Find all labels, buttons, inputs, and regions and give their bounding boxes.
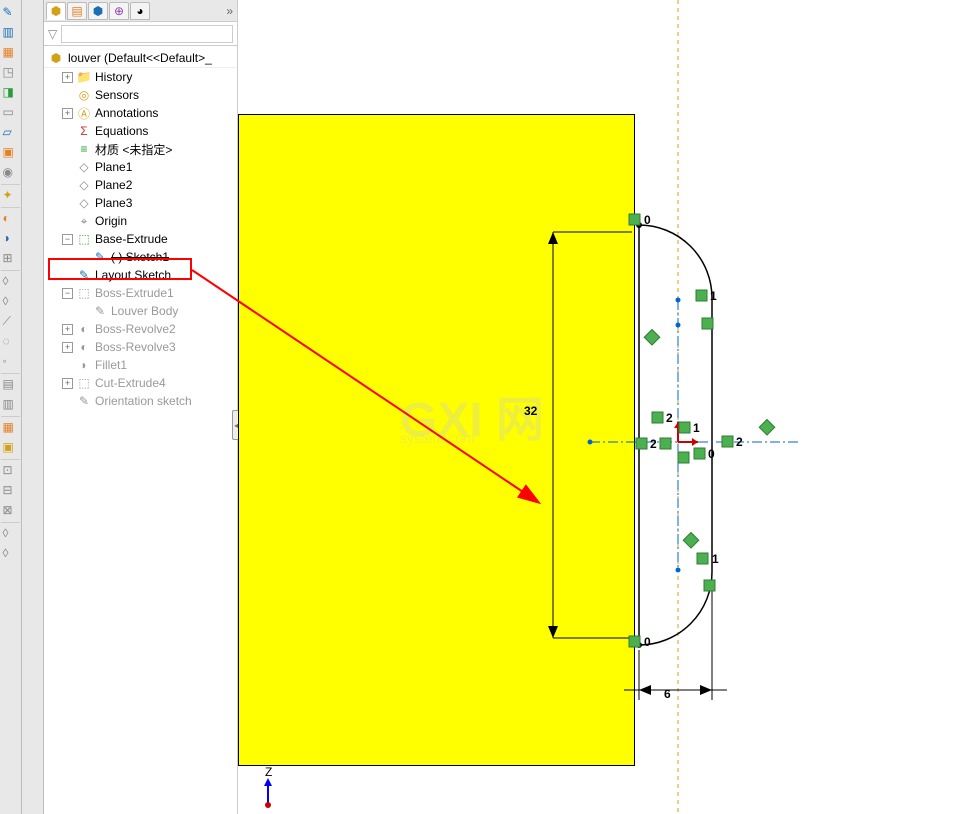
expand-icon[interactable]: + — [62, 342, 73, 353]
annotations-icon: Ⓐ — [76, 106, 92, 120]
toolbar-icon[interactable]: ▱ — [2, 124, 20, 142]
toolbar-icon[interactable]: ◊ — [2, 273, 20, 291]
toolbar-icon[interactable]: ⊠ — [2, 502, 20, 520]
sensors-icon: ◎ — [76, 88, 92, 102]
toolbar-icon[interactable]: ⊟ — [2, 482, 20, 500]
tree-root-node[interactable]: ⬢ louver (Default<<Default>_ — [44, 48, 237, 68]
tab-property-manager[interactable]: ▤ — [67, 2, 87, 20]
tree-node-history[interactable]: +📁History — [60, 68, 237, 86]
toolbar-icon[interactable]: ▣ — [2, 144, 20, 162]
toolbar-icon[interactable]: ▦ — [2, 44, 20, 62]
toolbar-icon[interactable]: ▤ — [2, 376, 20, 394]
panel-tabs: ⬢ ▤ ⬢ ⊕ ◕ » — [44, 0, 237, 22]
toolbar-icon[interactable]: ⟋ — [2, 313, 20, 331]
toolbar-icon[interactable]: ▦ — [2, 419, 20, 437]
tree-node-layout-sketch[interactable]: ✎Layout Sketch — [60, 266, 237, 284]
toolbar-icon[interactable]: ▥ — [2, 396, 20, 414]
origin-icon: ⌖ — [76, 214, 92, 228]
toolbar-icon[interactable]: ◑ — [2, 230, 20, 248]
toolbar-icon[interactable]: ◊ — [2, 293, 20, 311]
toolbar-icon[interactable]: ▣ — [2, 439, 20, 457]
extrude-icon: ⬚ — [76, 232, 92, 246]
plane-icon: ◇ — [76, 160, 92, 174]
part-icon: ⬢ — [48, 51, 64, 65]
fillet-icon: ◗ — [76, 358, 92, 372]
tree-node-boss-revolve2[interactable]: +◐Boss-Revolve2 — [60, 320, 237, 338]
revolve-icon: ◐ — [76, 322, 92, 336]
feature-manager-panel: ⬢ ▤ ⬢ ⊕ ◕ » ▽ ⬢ louver (Default<<Default… — [44, 0, 238, 814]
toolbar-icon[interactable]: ◨ — [2, 84, 20, 102]
part-face[interactable] — [238, 114, 635, 766]
tree-node-equations[interactable]: ΣEquations — [60, 122, 237, 140]
expand-icon[interactable]: + — [62, 108, 73, 119]
collapse-icon[interactable]: − — [62, 288, 73, 299]
tree-node-annotations[interactable]: +ⒶAnnotations — [60, 104, 237, 122]
tab-feature-tree[interactable]: ⬢ — [46, 2, 66, 20]
toolbar-icon[interactable]: ⊡ — [2, 462, 20, 480]
toolbar-icon[interactable]: ▥ — [2, 24, 20, 42]
tree-node-fillet1[interactable]: ◗Fillet1 — [60, 356, 237, 374]
equations-icon: Σ — [76, 124, 92, 138]
funnel-icon[interactable]: ▽ — [48, 27, 57, 41]
root-label: louver (Default<<Default>_ — [68, 51, 212, 65]
tree-node-cut-extrude4[interactable]: +⬚Cut-Extrude4 — [60, 374, 237, 392]
expand-icon[interactable]: + — [62, 324, 73, 335]
toolbar-icon[interactable]: ⊞ — [2, 250, 20, 268]
tree-node-plane1[interactable]: ◇Plane1 — [60, 158, 237, 176]
sketch-icon: ✎ — [76, 394, 92, 408]
plane-icon: ◇ — [76, 196, 92, 210]
toolbar-icon[interactable]: ◦ — [2, 353, 20, 371]
filter-bar: ▽ — [44, 22, 237, 46]
toolbar-icon[interactable]: ▭ — [2, 104, 20, 122]
cut-extrude-icon: ⬚ — [76, 376, 92, 390]
tree-node-plane3[interactable]: ◇Plane3 — [60, 194, 237, 212]
sketch-icon: ✎ — [92, 304, 108, 318]
tree-node-sensors[interactable]: ◎Sensors — [60, 86, 237, 104]
material-icon: ≡ — [76, 142, 92, 156]
toolbar-icon[interactable]: ◉ — [2, 164, 20, 182]
far-left-toolbar: ✎ ▥ ▦ ◳ ◨ ▭ ▱ ▣ ◉ ✦ ◐ ◑ ⊞ ◊ ◊ ⟋ ◌ ◦ ▤ ▥ … — [0, 0, 22, 814]
tree-node-boss-revolve3[interactable]: +◐Boss-Revolve3 — [60, 338, 237, 356]
toolbar-icon[interactable]: ◐ — [2, 210, 20, 228]
folder-icon: 📁 — [76, 70, 92, 84]
filter-input[interactable] — [61, 25, 233, 43]
tabs-more-icon[interactable]: » — [226, 4, 233, 18]
sketch-icon: ✎ — [76, 268, 92, 282]
revolve-icon: ◐ — [76, 340, 92, 354]
tree-node-material[interactable]: ≡材质 <未指定> — [60, 140, 237, 158]
extrude-icon: ⬚ — [76, 286, 92, 300]
toolbar-icon[interactable]: ✎ — [2, 4, 20, 22]
toolbar-icon[interactable]: ✦ — [2, 187, 20, 205]
expand-icon[interactable]: + — [62, 72, 73, 83]
expand-icon[interactable]: + — [62, 378, 73, 389]
second-toolbar — [22, 0, 44, 814]
tree-node-plane2[interactable]: ◇Plane2 — [60, 176, 237, 194]
sketch-icon: ✎ — [92, 250, 108, 264]
plane-icon: ◇ — [76, 178, 92, 192]
tab-dimxpert[interactable]: ⊕ — [109, 2, 129, 20]
tree-node-base-extrude[interactable]: −⬚Base-Extrude — [60, 230, 237, 248]
toolbar-icon[interactable]: ◊ — [2, 545, 20, 563]
toolbar-icon[interactable]: ◌ — [2, 333, 20, 351]
feature-tree: ⬢ louver (Default<<Default>_ +📁History ◎… — [44, 46, 237, 412]
toolbar-icon[interactable]: ◳ — [2, 64, 20, 82]
tree-node-louver-body[interactable]: ✎Louver Body — [76, 302, 237, 320]
toolbar-icon[interactable]: ◊ — [2, 525, 20, 543]
tree-node-origin[interactable]: ⌖Origin — [60, 212, 237, 230]
tree-node-sketch1[interactable]: ✎( ) Sketch1 — [76, 248, 237, 266]
tab-configuration[interactable]: ⬢ — [88, 2, 108, 20]
tree-node-boss-extrude1[interactable]: −⬚Boss-Extrude1 — [60, 284, 237, 302]
collapse-icon[interactable]: − — [62, 234, 73, 245]
tree-node-orientation-sketch[interactable]: ✎Orientation sketch — [60, 392, 237, 410]
tab-display[interactable]: ◕ — [130, 2, 150, 20]
